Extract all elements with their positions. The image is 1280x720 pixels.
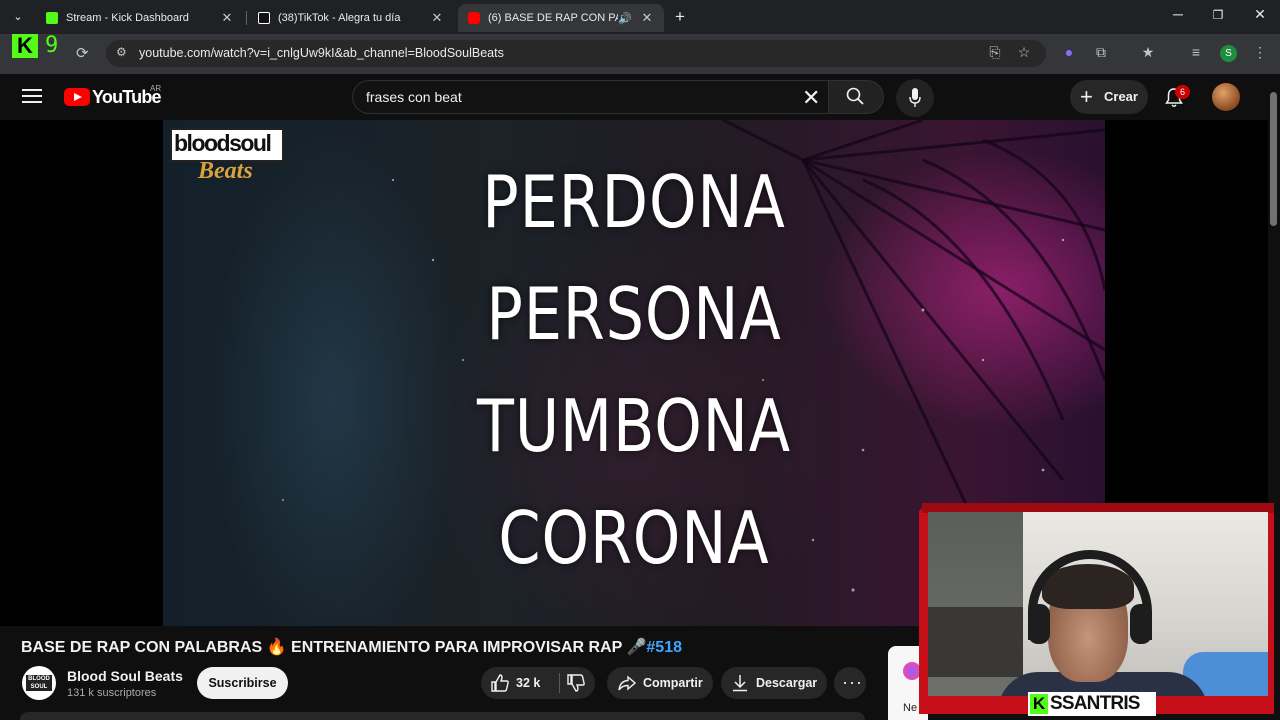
tab-label: (38)TikTok - Alegra tu día	[278, 12, 401, 24]
tab-youtube-active[interactable]: (6) BASE DE RAP CON PALA 🔊 ✕	[458, 4, 664, 32]
search-icon	[846, 87, 864, 105]
kick-logo-icon: K	[12, 34, 38, 58]
media-controls-icon[interactable]: ≡	[1186, 44, 1206, 60]
site-info-icon[interactable]: ⚙	[116, 45, 127, 59]
webcam-feed	[928, 512, 1268, 696]
share-arrow-icon	[618, 675, 637, 691]
channel-name[interactable]: Blood Soul Beats	[67, 668, 183, 684]
bookmark-star-icon[interactable]: ☆	[1014, 44, 1034, 61]
close-tab-icon[interactable]: ✕	[220, 10, 234, 26]
video-title-text: BASE DE RAP CON PALABRAS 🔥 ENTRENAMIENTO…	[21, 639, 647, 656]
profile-avatar[interactable]: S	[1220, 45, 1237, 62]
bookmarks-icon[interactable]: ★	[1138, 44, 1158, 61]
headset-ear-left	[1028, 604, 1050, 644]
country-code: AR	[150, 84, 162, 93]
window-close-icon[interactable]: ✕	[1250, 6, 1270, 23]
extensions-puzzle-icon[interactable]: ⧉	[1091, 44, 1111, 61]
like-count[interactable]: 32 k	[516, 676, 540, 690]
streamer-name: SSANTRIS	[1050, 693, 1140, 714]
url-text[interactable]: youtube.com/watch?v=i_cnlgUw9kI&ab_chann…	[139, 46, 504, 60]
more-horizontal-icon: ···	[842, 672, 863, 692]
clear-search-icon[interactable]: ✕	[802, 85, 820, 111]
account-avatar[interactable]	[1212, 83, 1240, 111]
search-query[interactable]: frases con beat	[366, 89, 462, 105]
thumbs-down-icon[interactable]	[566, 673, 586, 693]
tab-tiktok[interactable]: (38)TikTok - Alegra tu día ✕	[248, 4, 454, 32]
watermark-text: bloodsoul	[174, 130, 272, 156]
microphone-icon	[909, 88, 921, 107]
kick-overlay-badge: K 9	[12, 33, 60, 60]
reload-icon[interactable]: ⟳	[76, 44, 89, 62]
create-label: Crear	[1104, 89, 1138, 104]
minimize-icon[interactable]: ─	[1168, 6, 1188, 22]
subscribe-button[interactable]: Suscribirse	[197, 667, 288, 699]
notification-badge: 6	[1175, 85, 1190, 99]
lyric-word: PERSONA	[486, 272, 782, 356]
tiktok-favicon-icon	[258, 12, 270, 24]
thumbs-up-icon[interactable]	[490, 673, 510, 693]
audio-playing-icon[interactable]: 🔊	[618, 12, 632, 25]
install-app-icon[interactable]: ⎘	[985, 44, 1005, 61]
browser-menu-icon[interactable]: ⋮	[1250, 44, 1270, 61]
video-title: BASE DE RAP CON PALABRAS 🔥 ENTRENAMIENTO…	[21, 637, 682, 657]
menu-hamburger-icon[interactable]	[22, 89, 42, 105]
download-icon	[733, 675, 747, 692]
close-tab-icon[interactable]: ✕	[640, 10, 654, 26]
restore-icon[interactable]: ❐	[1208, 8, 1228, 22]
extension-orb-icon[interactable]: ●	[1059, 44, 1079, 60]
tab-label: (6) BASE DE RAP CON PALA	[488, 12, 618, 24]
share-label: Compartir	[643, 676, 703, 690]
lyric-word: CORONA	[498, 496, 770, 580]
watermark-subtext: Beats	[198, 158, 253, 184]
channel-avatar-text: BLOOD SOUL BEATS	[26, 675, 52, 698]
scrollbar-thumb[interactable]	[1270, 92, 1277, 226]
subscriber-count: 131 k suscriptores	[67, 687, 157, 699]
headset-ear-right	[1130, 604, 1152, 644]
tab-kick-dashboard[interactable]: Stream - Kick Dashboard ✕	[36, 4, 244, 32]
tab-search-chevron-icon[interactable]: ⌄	[8, 8, 28, 26]
hashtag-link[interactable]: #518	[646, 639, 682, 656]
kick-k-icon: K	[1030, 694, 1048, 714]
recommendation-thumbnail-icon	[903, 662, 921, 680]
recommendation-text: Ne	[903, 702, 918, 714]
kick-favicon-icon	[46, 12, 58, 24]
youtube-logo-icon[interactable]	[64, 88, 90, 106]
close-tab-icon[interactable]: ✕	[430, 10, 444, 26]
tab-separator	[246, 11, 247, 25]
new-tab-plus-icon[interactable]: +	[675, 7, 685, 27]
kick-counter: 9	[45, 33, 59, 58]
cam-shelf	[928, 607, 1023, 677]
lyric-word: PERDONA	[482, 160, 786, 244]
lyric-word: TUMBONA	[477, 384, 791, 468]
plus-icon: +	[1080, 84, 1093, 109]
like-divider	[559, 673, 560, 693]
tab-label: Stream - Kick Dashboard	[66, 12, 189, 24]
description-box[interactable]	[20, 712, 865, 720]
download-label: Descargar	[756, 676, 818, 690]
youtube-favicon-icon	[468, 12, 480, 24]
